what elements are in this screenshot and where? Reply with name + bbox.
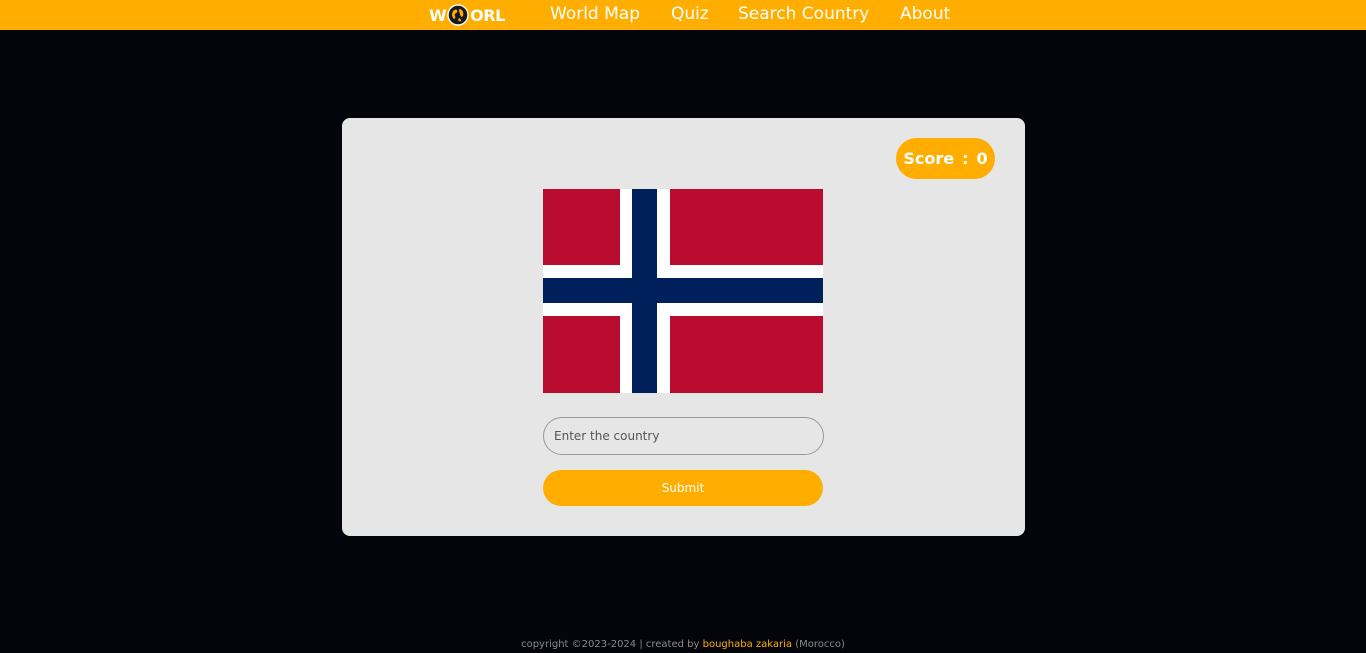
score-label: Score <box>903 149 955 168</box>
nav-link-quiz[interactable]: Quiz <box>671 4 709 24</box>
footer-author-link[interactable]: boughaba zakaria <box>703 639 792 650</box>
country-answer-input[interactable] <box>543 417 824 455</box>
footer-country: (Morocco) <box>792 639 845 650</box>
site-logo[interactable]: W ORL <box>429 4 505 26</box>
nav-link-world-map[interactable]: World Map <box>550 4 640 24</box>
logo-text-right: ORL <box>470 5 505 25</box>
footer-copyright: copyright ©2023-2024 | created by <box>521 639 703 650</box>
score-badge: Score : 0 <box>896 138 995 179</box>
footer: copyright ©2023-2024 | created by bougha… <box>0 639 1366 650</box>
top-navbar: W ORL World Map Quiz Search Country Abou… <box>0 0 1366 30</box>
submit-button[interactable]: Submit <box>543 470 823 506</box>
nav-link-about[interactable]: About <box>900 4 950 24</box>
norway-flag-icon <box>543 189 823 393</box>
score-separator: : <box>962 149 969 168</box>
nav-link-search-country[interactable]: Search Country <box>738 4 869 24</box>
logo-text-left: W <box>429 5 447 25</box>
quiz-card: Score : 0 Submit <box>342 118 1025 536</box>
score-value: 0 <box>976 149 988 168</box>
globe-icon <box>447 4 469 26</box>
